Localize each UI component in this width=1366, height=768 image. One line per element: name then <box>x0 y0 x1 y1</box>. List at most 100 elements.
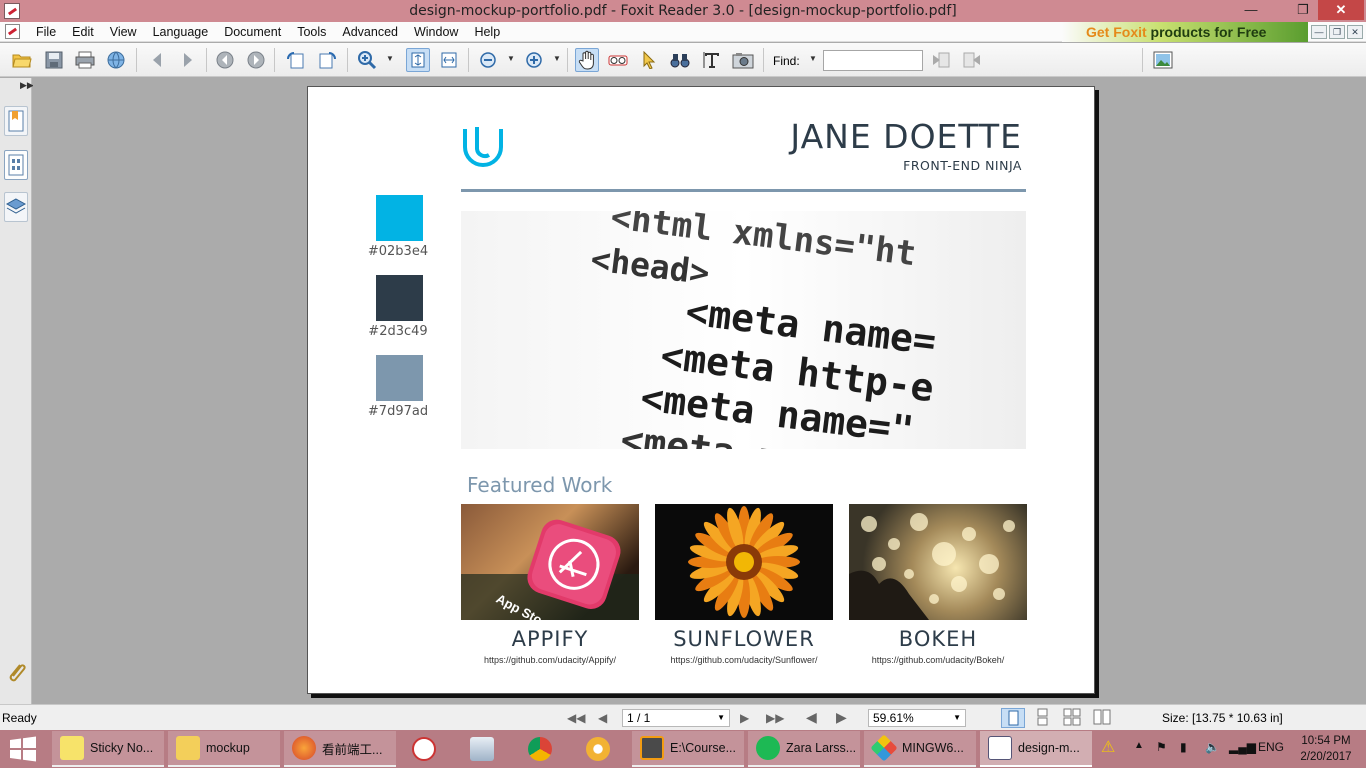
next-view-status-icon[interactable]: ▶ <box>836 709 847 726</box>
volume-icon[interactable]: 🔈 <box>1205 740 1220 754</box>
featured-work-heading: Featured Work <box>467 473 613 497</box>
close-button[interactable]: ✕ <box>1318 0 1364 20</box>
find-label: Find: <box>773 54 800 68</box>
find-input[interactable] <box>823 50 923 71</box>
portfolio-name: JANE DOETTE <box>790 117 1022 156</box>
zoom-in-icon[interactable] <box>355 48 379 72</box>
toolbar: ▼ ▼ ▼ Find: ▼ <box>0 43 1366 77</box>
menu-file[interactable]: File <box>28 25 64 39</box>
select-text-icon[interactable] <box>700 48 724 72</box>
taskbar-clock-app[interactable] <box>404 731 448 767</box>
find-binoculars-icon[interactable] <box>668 48 692 72</box>
taskbar-mingw[interactable]: MINGW6... <box>864 731 976 767</box>
windows-start-icon[interactable] <box>8 736 38 762</box>
next-view-icon[interactable] <box>244 48 268 72</box>
snapshot-icon[interactable] <box>606 48 630 72</box>
last-page-icon[interactable]: ▶▶ <box>766 711 784 725</box>
show-hidden-icons-arrow[interactable]: ▲ <box>1134 740 1144 751</box>
left-navigation-panel: ▶▶ <box>0 78 34 704</box>
menu-help[interactable]: Help <box>466 25 508 39</box>
title-bar: design-mockup-portfolio.pdf - Foxit Read… <box>0 0 1366 22</box>
expand-panel-icon[interactable]: ▶▶ <box>20 80 34 91</box>
previous-view-status-icon[interactable]: ◀ <box>806 709 817 726</box>
find-previous-icon[interactable] <box>929 48 953 72</box>
page-number-field[interactable]: 1 / 1 ▼ <box>622 709 730 727</box>
image-icon[interactable] <box>1151 48 1175 72</box>
menu-language[interactable]: Language <box>145 25 217 39</box>
taskbar-firefox[interactable]: 看前端工... <box>284 731 396 767</box>
single-page-view-icon[interactable] <box>1001 708 1025 728</box>
work-link[interactable]: https://github.com/udacity/Bokeh/ <box>849 655 1027 665</box>
fit-page-icon[interactable] <box>406 48 430 72</box>
doc-restore-button[interactable]: ❐ <box>1329 25 1345 39</box>
zoom-level-field[interactable]: 59.61% ▼ <box>868 709 966 727</box>
system-clock[interactable]: 10:54 PM 2/20/2017 <box>1296 733 1356 765</box>
doc-close-button[interactable]: ✕ <box>1347 25 1363 39</box>
sublime-text-icon <box>640 736 664 760</box>
promo-banner[interactable]: Get Foxit products for Free <box>1062 22 1308 42</box>
save-icon[interactable] <box>42 48 66 72</box>
layers-tab[interactable] <box>4 192 28 222</box>
facing-view-icon[interactable] <box>1061 708 1085 728</box>
doc-minimize-button[interactable]: — <box>1311 25 1327 39</box>
battery-icon[interactable]: ▮ <box>1180 740 1187 754</box>
fit-width-icon[interactable] <box>437 48 461 72</box>
camera-icon[interactable] <box>731 48 755 72</box>
menu-document[interactable]: Document <box>216 25 289 39</box>
flag-icon[interactable]: ⚑ <box>1156 740 1167 754</box>
network-icon[interactable]: ▂▄▆ <box>1229 740 1256 754</box>
find-next-icon[interactable] <box>960 48 984 72</box>
document-icon[interactable] <box>5 24 20 39</box>
warning-icon[interactable]: ⚠ <box>1101 737 1115 757</box>
chrome-icon <box>528 737 552 761</box>
hand-tool-icon[interactable] <box>575 48 599 72</box>
next-page-icon[interactable]: ▶ <box>740 711 749 725</box>
menu-window[interactable]: Window <box>406 25 466 39</box>
taskbar-mockup-folder[interactable]: mockup <box>168 731 280 767</box>
work-link[interactable]: https://github.com/udacity/Appify/ <box>461 655 639 665</box>
menu-tools[interactable]: Tools <box>289 25 334 39</box>
continuous-view-icon[interactable] <box>1031 708 1055 728</box>
previous-page-icon[interactable]: ◀ <box>598 711 607 725</box>
forward-icon[interactable] <box>176 48 200 72</box>
pages-tab[interactable] <box>4 150 28 180</box>
taskbar-sublime[interactable]: E:\Course... <box>632 731 744 767</box>
menu-view[interactable]: View <box>102 25 145 39</box>
rotate-right-icon[interactable] <box>315 48 339 72</box>
header-divider <box>461 189 1026 192</box>
zoom-out-icon[interactable] <box>476 48 500 72</box>
first-page-icon[interactable]: ◀◀ <box>567 711 585 725</box>
select-arrow-icon[interactable] <box>637 48 661 72</box>
page-dropdown-arrow[interactable]: ▼ <box>717 713 725 722</box>
menu-edit[interactable]: Edit <box>64 25 102 39</box>
color-swatch <box>376 275 423 321</box>
menu-advanced[interactable]: Advanced <box>334 25 406 39</box>
bookmarks-tab[interactable] <box>4 106 28 136</box>
find-options-arrow[interactable]: ▼ <box>809 54 817 63</box>
zoom-dropdown-arrow[interactable]: ▼ <box>386 54 394 63</box>
pages-icon <box>8 154 24 176</box>
taskbar-chrome[interactable] <box>520 731 564 767</box>
back-icon[interactable] <box>145 48 169 72</box>
taskbar-sticky-notes[interactable]: Sticky No... <box>52 731 164 767</box>
bokeh-thumbnail <box>849 504 1027 620</box>
taskbar-chrome-canary[interactable] <box>578 731 622 767</box>
work-link[interactable]: https://github.com/udacity/Sunflower/ <box>655 655 833 665</box>
language-indicator[interactable]: ENG <box>1258 740 1284 754</box>
open-icon[interactable] <box>10 48 34 72</box>
print-icon[interactable] <box>73 48 97 72</box>
web-icon[interactable] <box>104 48 128 72</box>
clock-time: 10:54 PM <box>1301 735 1351 747</box>
zoom-plus-icon[interactable] <box>522 48 546 72</box>
rotate-left-icon[interactable] <box>284 48 308 72</box>
minimize-button[interactable]: — <box>1228 0 1274 20</box>
zoom-level-dropdown-arrow[interactable]: ▼ <box>953 713 961 722</box>
previous-view-icon[interactable] <box>213 48 237 72</box>
continuous-facing-view-icon[interactable] <box>1091 708 1115 728</box>
zoom-plus-dropdown-arrow[interactable]: ▼ <box>553 54 561 63</box>
taskbar-monitor-app[interactable] <box>462 731 506 767</box>
zoom-out-dropdown-arrow[interactable]: ▼ <box>507 54 515 63</box>
attachments-icon[interactable] <box>6 661 26 688</box>
taskbar-spotify[interactable]: Zara Larss... <box>748 731 860 767</box>
taskbar-foxit-reader[interactable]: design-m... <box>980 731 1092 767</box>
